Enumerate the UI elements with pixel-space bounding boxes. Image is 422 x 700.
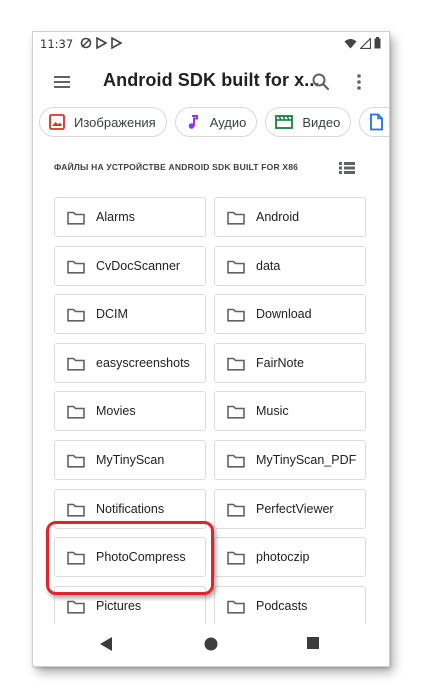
folder-icon xyxy=(67,357,85,371)
folder-name: easyscreenshots xyxy=(96,355,190,370)
folder-name: Pictures xyxy=(96,598,142,613)
folder-item[interactable]: Movies xyxy=(54,391,206,432)
folder-name: Android xyxy=(256,210,300,224)
folder-item[interactable]: PhotoCompress xyxy=(54,537,206,578)
list-view-icon xyxy=(339,162,355,174)
page-title: Android SDK built for x... xyxy=(103,70,320,90)
chip-video[interactable]: Видео xyxy=(265,107,352,137)
folder-name: MyTinyScan_PDF xyxy=(256,453,357,467)
section-header: ФАЙЛЫ НА УСТРОЙСТВЕ ANDROID SDK BUILT FO… xyxy=(54,162,299,172)
category-chips: Изображения Аудио Видео До xyxy=(39,107,389,137)
folder-item[interactable]: PerfectViewer xyxy=(214,488,366,529)
wifi-icon xyxy=(344,38,357,48)
folder-name: MyTinyScan xyxy=(96,453,165,467)
folder-item[interactable]: easyscreenshots xyxy=(54,342,206,383)
folder-item[interactable]: Music xyxy=(214,391,366,432)
folder-icon xyxy=(227,454,245,468)
music-note-icon xyxy=(188,115,198,129)
folder-icon xyxy=(67,260,85,274)
folder-item[interactable]: MyTinyScan_PDF xyxy=(214,440,366,480)
folder-icon xyxy=(67,406,85,419)
folder-name: Notifications xyxy=(96,501,165,516)
folder-icon xyxy=(227,308,245,322)
folder-name: Download xyxy=(256,307,312,322)
folder-icon xyxy=(227,406,245,419)
chip-label: Изображения xyxy=(74,114,156,130)
cell-signal-icon xyxy=(360,37,371,49)
chip-label: Аудио xyxy=(209,114,247,130)
folder-name: Podcasts xyxy=(256,598,308,613)
folder-icon xyxy=(67,503,85,517)
folder-item[interactable]: CvDocScanner xyxy=(54,245,206,286)
folder-name: PerfectViewer xyxy=(256,501,334,516)
chip-documents[interactable]: До xyxy=(359,107,389,137)
folder-item[interactable]: DCIM xyxy=(54,294,206,335)
menu-button[interactable] xyxy=(49,70,75,94)
folder-icon xyxy=(227,357,245,371)
recents-button[interactable] xyxy=(306,636,320,655)
back-button[interactable] xyxy=(99,636,113,657)
folder-icon xyxy=(227,551,245,565)
chip-label: Видео xyxy=(302,114,341,130)
search-button[interactable] xyxy=(308,69,334,95)
folder-item[interactable]: Alarms xyxy=(54,197,206,237)
folder-item[interactable]: Android xyxy=(214,197,366,237)
status-system-icons xyxy=(344,37,381,49)
folder-icon xyxy=(227,211,245,225)
folder-item[interactable]: Download xyxy=(214,294,366,335)
home-circle-icon xyxy=(204,637,218,651)
battery-icon xyxy=(374,37,381,49)
app-bar: Android SDK built for x... xyxy=(33,56,389,108)
more-options-button[interactable] xyxy=(351,69,367,95)
folder-icon xyxy=(67,454,85,468)
sync-off-icon xyxy=(80,37,92,49)
status-time: 11:37 xyxy=(40,37,74,51)
play-store-icon xyxy=(96,37,107,49)
folder-item[interactable]: Pictures xyxy=(54,585,206,626)
recents-square-icon xyxy=(307,637,319,649)
folder-name: PhotoCompress xyxy=(96,550,186,565)
folder-icon xyxy=(227,503,245,517)
document-icon xyxy=(370,113,384,131)
folder-name: CvDocScanner xyxy=(96,258,181,273)
play-store-icon-2 xyxy=(111,37,122,49)
folder-icon xyxy=(67,308,85,322)
status-notification-icons xyxy=(80,37,122,49)
hamburger-menu-icon xyxy=(54,76,70,88)
video-icon xyxy=(275,115,294,129)
status-bar: 11:37 xyxy=(33,32,389,56)
folder-icon xyxy=(227,600,245,614)
folder-item[interactable]: Podcasts xyxy=(214,585,366,626)
navigation-bar xyxy=(33,624,389,666)
image-icon xyxy=(49,114,65,130)
folder-name: DCIM xyxy=(96,307,128,322)
folder-name: data xyxy=(256,258,281,273)
folder-icon xyxy=(67,600,85,614)
chip-images[interactable]: Изображения xyxy=(39,107,167,137)
more-vert-icon xyxy=(357,74,361,90)
folder-item[interactable]: data xyxy=(214,245,366,286)
folder-name: FairNote xyxy=(256,355,304,370)
home-button[interactable] xyxy=(203,636,219,657)
folder-name: photoczip xyxy=(256,550,310,565)
search-icon xyxy=(312,73,330,91)
back-triangle-icon xyxy=(100,637,112,651)
list-view-toggle[interactable] xyxy=(338,161,356,175)
folder-item[interactable]: Notifications xyxy=(54,488,206,529)
folder-name: Music xyxy=(256,404,289,419)
folder-icon xyxy=(227,260,245,274)
chip-audio[interactable]: Аудио xyxy=(174,107,258,137)
folder-icon xyxy=(67,551,85,565)
folder-icon xyxy=(67,211,85,225)
folder-item[interactable]: MyTinyScan xyxy=(54,440,206,480)
folder-item[interactable]: FairNote xyxy=(214,342,366,383)
phone-screen: 11:37 Android SDK built for x... Изображ… xyxy=(33,32,389,666)
folder-name: Movies xyxy=(96,404,136,419)
folder-item[interactable]: photoczip xyxy=(214,537,366,578)
folder-name: Alarms xyxy=(96,210,135,224)
